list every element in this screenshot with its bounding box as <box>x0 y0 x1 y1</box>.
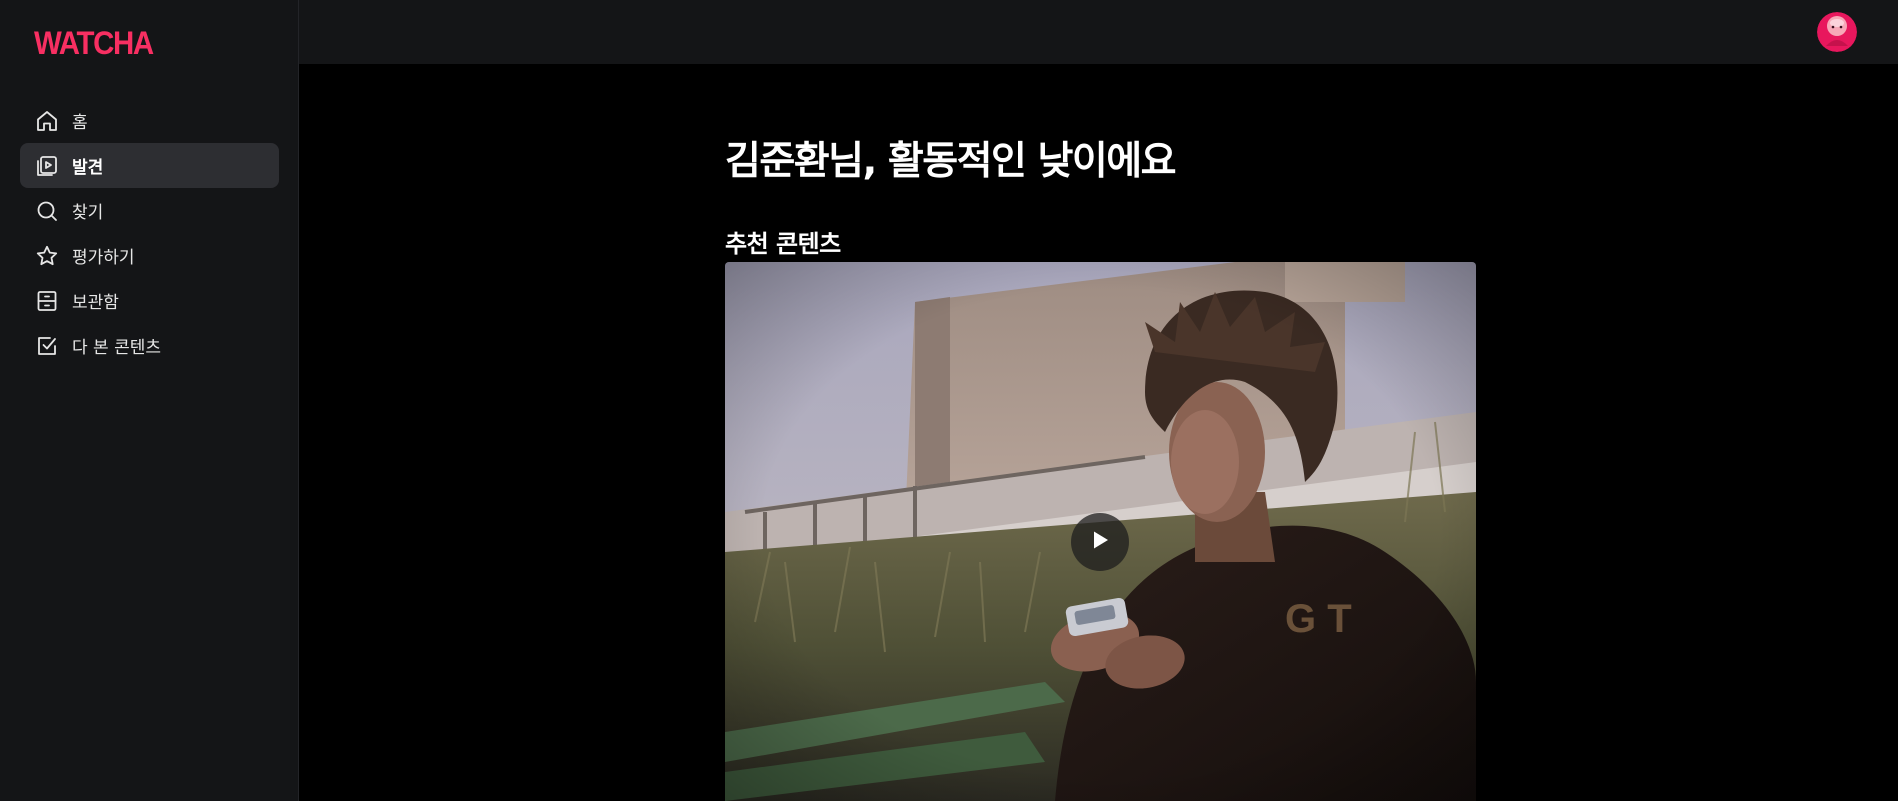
main-content: 김준환님, 활동적인 낮이에요 추천 콘텐츠 <box>299 64 1898 801</box>
sidebar-item-label: 발견 <box>72 158 104 178</box>
sidebar-nav: 홈 발견 찾기 평가하기 보관함 다 본 콘텐츠 <box>20 98 279 368</box>
sidebar-item-label: 홈 <box>72 113 88 133</box>
checkbox-icon <box>35 334 59 358</box>
sidebar-item-label: 평가하기 <box>72 248 135 268</box>
sidebar-item-discover[interactable]: 발견 <box>20 143 279 188</box>
watcha-logo[interactable]: WATCHA <box>34 26 154 60</box>
sidebar-item-search[interactable]: 찾기 <box>20 188 279 233</box>
sidebar-item-storage[interactable]: 보관함 <box>20 278 279 323</box>
sidebar-item-rate[interactable]: 평가하기 <box>20 233 279 278</box>
top-header <box>299 0 1898 64</box>
discover-icon <box>35 154 59 178</box>
star-icon <box>35 244 59 268</box>
section-title: 추천 콘텐츠 <box>725 230 841 258</box>
home-icon <box>35 109 59 133</box>
play-button[interactable] <box>1071 513 1129 571</box>
sidebar-item-home[interactable]: 홈 <box>20 98 279 143</box>
sidebar-item-label: 찾기 <box>72 203 104 223</box>
profile-avatar[interactable] <box>1817 12 1857 52</box>
sidebar-item-label: 다 본 콘텐츠 <box>72 338 162 358</box>
page-title: 김준환님, 활동적인 낮이에요 <box>725 139 1177 184</box>
sidebar-item-watched[interactable]: 다 본 콘텐츠 <box>20 323 279 368</box>
sidebar: WATCHA 홈 발견 찾기 평가하기 보관함 다 본 콘텐츠 <box>0 0 299 801</box>
sidebar-item-label: 보관함 <box>72 293 119 313</box>
app-root: WATCHA 홈 발견 찾기 평가하기 보관함 다 본 콘텐츠 김준환님, 활동… <box>0 0 1898 801</box>
storage-icon <box>35 289 59 313</box>
search-icon <box>35 199 59 223</box>
featured-video-card[interactable]: G T <box>725 262 1476 801</box>
play-icon <box>1088 528 1112 556</box>
